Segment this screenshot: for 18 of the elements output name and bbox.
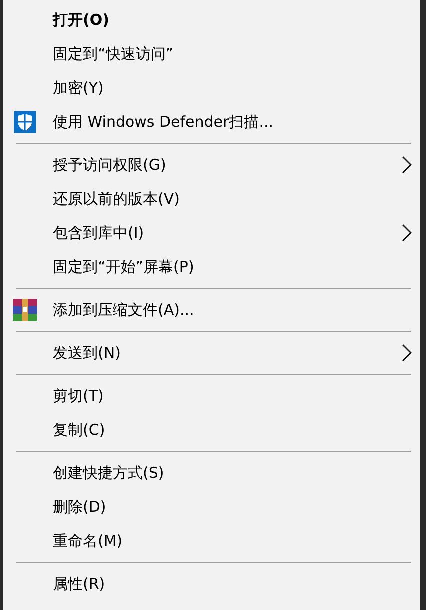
shield-icon xyxy=(14,111,36,133)
menu-item[interactable]: 授予访问权限(G) xyxy=(3,148,420,182)
menu-item[interactable]: 重命名(M) xyxy=(3,524,420,558)
menu-item[interactable]: 属性(R) xyxy=(3,567,420,601)
menu-item[interactable]: 添加到压缩文件(A)... xyxy=(3,293,420,327)
menu-item[interactable]: 还原以前的版本(V) xyxy=(3,182,420,216)
menu-item[interactable]: 创建快捷方式(S) xyxy=(3,456,420,490)
menu-item[interactable]: 使用 Windows Defender扫描... xyxy=(3,105,420,139)
menu-item[interactable]: 删除(D) xyxy=(3,490,420,524)
menu-item[interactable]: 固定到“开始”屏幕(P) xyxy=(3,250,420,284)
archive-icon xyxy=(13,299,37,321)
menu-item[interactable]: 发送到(N) xyxy=(3,336,420,370)
menu-item[interactable]: 打开(O) xyxy=(3,3,420,37)
menu-item[interactable]: 复制(C) xyxy=(3,413,420,447)
menu-item[interactable]: 固定到“快速访问” xyxy=(3,37,420,71)
menu-item[interactable]: 包含到库中(I) xyxy=(3,216,420,250)
menu-item[interactable]: 剪切(T) xyxy=(3,379,420,413)
menu-item[interactable]: 加密(Y) xyxy=(3,71,420,105)
